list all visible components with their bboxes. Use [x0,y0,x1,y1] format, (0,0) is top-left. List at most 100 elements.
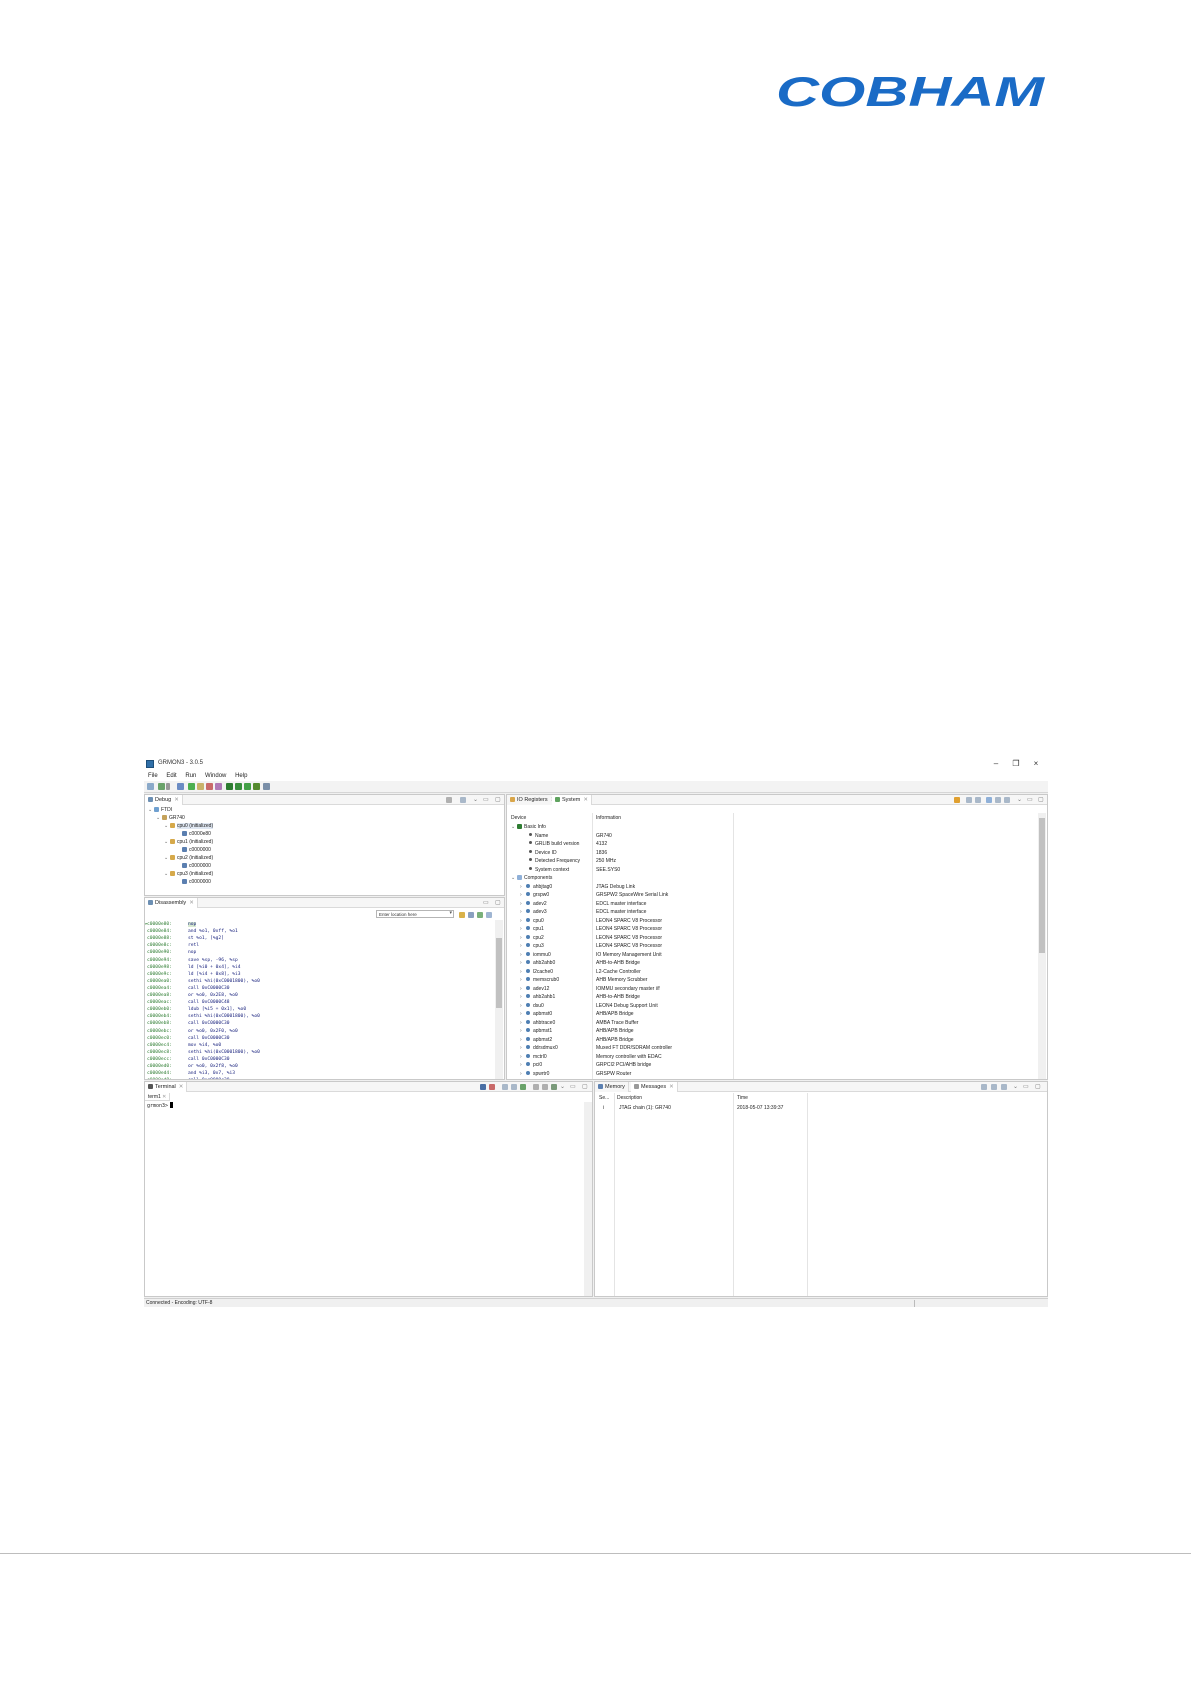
component-row[interactable]: › ahb2ahb0 AHB-to-AHB Bridge [511,959,1037,968]
disassembly-row[interactable]: c0000ec4: mov %i4, %o0 [147,1042,221,1049]
component-row[interactable]: › apbmst1 AHB/APB Bridge [511,1027,1037,1036]
property-row[interactable]: Detected Frequency 250 MHz [511,857,1037,866]
component-row[interactable]: › apbmst2 AHB/APB Bridge [511,1036,1037,1045]
step-into-icon[interactable] [226,783,233,790]
disassembly-scrollbar[interactable] [495,920,503,1079]
menu-file[interactable]: File [148,772,158,781]
disassembly-row[interactable]: c0000eac: call 0xC0000C48 [147,999,230,1006]
connect-icon[interactable] [158,783,165,790]
new-icon[interactable] [147,783,154,790]
property-row[interactable]: Device ID 1836 [511,849,1037,858]
collapse-all-icon[interactable] [975,797,981,803]
component-row[interactable]: › ahb2ahb1 AHB-to-AHB Bridge [511,993,1037,1002]
chevron-right-icon[interactable]: › [520,1036,526,1045]
chevron-right-icon[interactable]: › [520,908,526,917]
lock-icon[interactable] [468,912,474,918]
tab-system[interactable]: System ✕ [552,795,592,805]
suspend-icon[interactable] [197,783,204,790]
chevron-right-icon[interactable]: › [520,1002,526,1011]
chevron-right-icon[interactable]: › [520,993,526,1002]
disassembly-row[interactable]: c0000e94: save %sp, -96, %sp [147,957,238,964]
maximize-panel-icon[interactable]: ▢ [1035,1083,1041,1091]
remove-all-icon[interactable] [991,1084,997,1090]
chevron-right-icon[interactable]: › [520,951,526,960]
layout-icon[interactable] [986,797,992,803]
disassembly-row[interactable]: c0000ec0: call 0xC0000C30 [147,1035,230,1042]
refresh-icon[interactable] [459,912,465,918]
view-menu-icon[interactable] [460,797,466,803]
chevron-right-icon[interactable]: › [520,1010,526,1019]
chevron-right-icon[interactable]: › [520,976,526,985]
disconnect-terminal-icon[interactable] [489,1084,495,1090]
column-information[interactable]: Information [596,815,621,821]
delete-message-icon[interactable] [1001,1084,1007,1090]
disassembly-row[interactable]: c0000ed0: or %o0, 0x2f8, %o0 [147,1063,238,1070]
menu-edit[interactable]: Edit [166,772,176,781]
component-row[interactable]: › memscrub0 AHB Memory Scrubber [511,976,1037,985]
tab-term1[interactable]: term1 ✕ [145,1093,171,1101]
chevron-right-icon[interactable]: › [520,942,526,951]
select-all-icon[interactable] [542,1084,548,1090]
table-row[interactable]: i JTAG chain (1): GR740 2018-05-07 13:39… [595,1104,1035,1112]
property-row[interactable]: Name GR740 [511,832,1037,841]
chevron-down-icon[interactable]: ⌄ [1013,1083,1018,1091]
chevron-down-icon[interactable]: ⌄ [560,1083,565,1091]
system-scrollbar[interactable] [1038,813,1046,1079]
disassembly-row[interactable]: c0000eb8: call 0xC0000C30 [147,1020,230,1027]
clear-icon[interactable] [533,1084,539,1090]
chevron-right-icon[interactable]: › [520,1044,526,1053]
scrollbar-thumb[interactable] [1039,818,1045,953]
component-row[interactable]: › mctrl0 Memory controller with EDAC [511,1053,1037,1062]
tab-memory[interactable]: Memory [595,1082,629,1092]
disassembly-row[interactable]: c0000e88: st %o1, [%g2] [147,935,224,942]
copy-messages-icon[interactable] [981,1084,987,1090]
minimize-panel-icon[interactable]: ▭ [570,1083,576,1091]
tree-group-basic-info[interactable]: ⌄ Basic Info [511,823,1037,832]
sync-icon[interactable] [477,912,483,918]
disassembly-row[interactable]: c0000ed8:call 0xc0000c30 [147,1077,230,1079]
property-row[interactable]: System context SEE.SYS0 [511,866,1037,875]
disassembly-row[interactable]: c0000ecc: call 0xC0000C30 [147,1056,230,1063]
column-description[interactable]: Description [617,1095,642,1101]
chevron-right-icon[interactable]: › [520,883,526,892]
component-row[interactable]: › adev12 IOMMU secondary master i/f [511,985,1037,994]
disassembly-row[interactable]: c0000ea4: call 0xC0000C30 [147,985,230,992]
chevron-right-icon[interactable]: › [520,959,526,968]
disassembly-row[interactable]: c0000ea8: or %o0, 0x2E8, %o0 [147,992,238,999]
settings-icon[interactable] [551,1084,557,1090]
columns-icon[interactable] [995,797,1001,803]
terminal-scrollbar[interactable] [584,1102,592,1296]
menu-run[interactable]: Run [185,772,196,781]
instruction-step-icon[interactable] [253,783,260,790]
disassembly-row[interactable]: c0000eb0: ldub [%i5 + 0x1], %o0 [147,1006,246,1013]
component-row[interactable]: › apbmst0 AHB/APB Bridge [511,1010,1037,1019]
grid-icon[interactable] [263,783,270,790]
chevron-right-icon[interactable]: › [520,1027,526,1036]
tree-item-cpu1[interactable]: ⌄ cpu1 (initialized) [164,838,213,846]
maximize-panel-icon[interactable]: ▢ [582,1083,588,1091]
copy-icon[interactable] [511,1084,517,1090]
chevron-right-icon[interactable]: › [520,1061,526,1070]
link-icon[interactable] [486,912,492,918]
component-row[interactable]: › l2cache0 L2-Cache Controller [511,968,1037,977]
disassembly-row[interactable]: c0000ebc: or %o0, 0x2F0, %o0 [147,1028,238,1035]
chevron-right-icon[interactable]: › [520,1019,526,1028]
tree-item-gr740[interactable]: ⌄ GR740 [156,814,185,822]
tree-item-cpu2[interactable]: ⌄ cpu2 (initialized) [164,854,213,862]
tab-disassembly[interactable]: Disassembly ✕ [145,898,198,908]
component-row[interactable]: › ahbjtag0 JTAG Debug Link [511,883,1037,892]
expand-all-icon[interactable] [966,797,972,803]
pin-icon[interactable] [954,797,960,803]
component-row[interactable]: › dsu0 LEON4 Debug Support Unit [511,1002,1037,1011]
minimize-panel-icon[interactable]: ▭ [1027,796,1033,804]
tree-item-cpu3[interactable]: ⌄ cpu3 (initialized) [164,870,213,878]
disassembly-row[interactable]: c0000ed4: and %i3, 0x7, %i3 [147,1070,235,1077]
maximize-panel-icon[interactable]: ▢ [495,796,501,804]
component-row[interactable]: › adev3 EDCL master interface [511,908,1037,917]
disassembly-row[interactable]: c0000e84: and %o1, 0xff, %o1 [147,928,238,935]
step-over-icon[interactable] [235,783,242,790]
disassembly-row[interactable]: c0000e9c: ld [%i4 + 0x8], %i3 [147,971,241,978]
chevron-right-icon[interactable]: › [520,925,526,934]
menu-window[interactable]: Window [205,772,226,781]
component-row[interactable]: › cpu3 LEON4 SPARC V8 Processor [511,942,1037,951]
